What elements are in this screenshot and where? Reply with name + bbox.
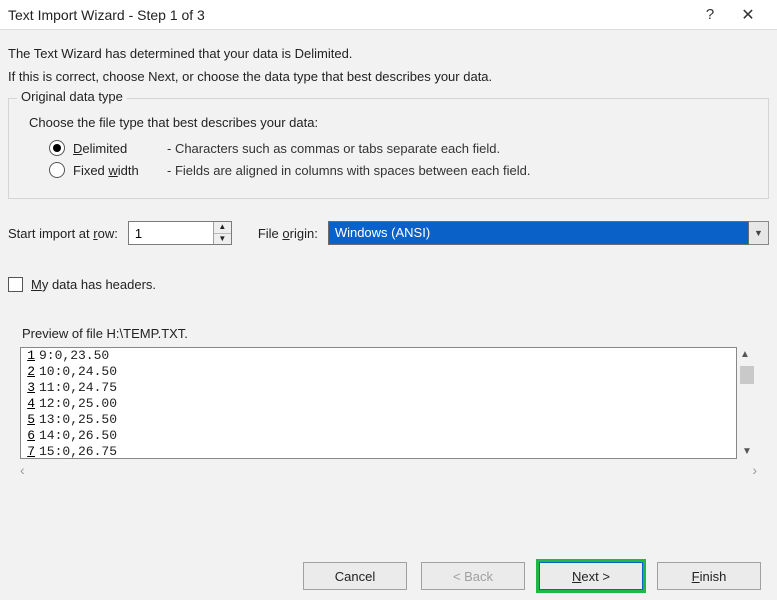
preview-row: 614:0,26.50 (21, 428, 736, 444)
preview-row: 412:0,25.00 (21, 396, 736, 412)
row-text: 9:0,23.50 (37, 348, 109, 364)
row-gutter: 2 (21, 364, 37, 380)
close-icon[interactable]: ✕ (729, 2, 767, 28)
preview-box: 19:0,23.50210:0,24.50311:0,24.75412:0,25… (20, 347, 737, 459)
scroll-thumb[interactable] (740, 366, 754, 384)
spinner-up-icon[interactable]: ▲ (214, 222, 231, 234)
preview-label: Preview of file H:\TEMP.TXT. (22, 326, 769, 341)
scroll-right-icon[interactable]: › (752, 462, 757, 478)
row-gutter: 4 (21, 396, 37, 412)
help-icon[interactable]: ? (691, 2, 729, 28)
radio-fixed-width[interactable] (49, 162, 65, 178)
row-text: 13:0,25.50 (37, 412, 117, 428)
row-text: 14:0,26.50 (37, 428, 117, 444)
preview-row: 715:0,26.75 (21, 444, 736, 459)
spinner-down-icon[interactable]: ▼ (214, 234, 231, 245)
headers-checkbox[interactable] (8, 277, 23, 292)
preview-row: 19:0,23.50 (21, 348, 736, 364)
scroll-up-icon[interactable]: ▲ (740, 349, 754, 360)
start-row-label: Start import at row: (8, 226, 118, 241)
row-gutter: 5 (21, 412, 37, 428)
preview-row: 311:0,24.75 (21, 380, 736, 396)
start-row-spinner[interactable]: ▲ ▼ (128, 221, 232, 245)
group-legend: Original data type (17, 89, 127, 104)
vertical-scrollbar[interactable]: ▲ ▼ (737, 347, 757, 459)
group-subtext: Choose the file type that best describes… (29, 115, 758, 130)
finish-button[interactable]: Finish (657, 562, 761, 590)
row-text: 12:0,25.00 (37, 396, 117, 412)
original-data-type-group: Original data type Choose the file type … (8, 98, 769, 199)
preview-row: 210:0,24.50 (21, 364, 736, 380)
row-gutter: 3 (21, 380, 37, 396)
radio-delimited[interactable] (49, 140, 65, 156)
radio-fixed-width-desc: - Fields are aligned in columns with spa… (167, 163, 530, 178)
file-origin-label: File origin: (258, 226, 318, 241)
chevron-down-icon[interactable]: ▼ (749, 221, 769, 245)
radio-fixed-width-label: Fixed width (73, 163, 159, 178)
row-gutter: 6 (21, 428, 37, 444)
horizontal-scrollbar[interactable]: ‹ › (20, 461, 757, 479)
row-text: 11:0,24.75 (37, 380, 117, 396)
radio-delimited-desc: - Characters such as commas or tabs sepa… (167, 141, 500, 156)
row-gutter: 7 (21, 444, 37, 459)
headers-label: My data has headers. (31, 277, 156, 292)
row-text: 15:0,26.75 (37, 444, 117, 459)
dialog-title: Text Import Wizard - Step 1 of 3 (8, 7, 205, 23)
start-row-input[interactable] (129, 222, 213, 244)
row-gutter: 1 (21, 348, 37, 364)
file-origin-select[interactable]: Windows (ANSI) (328, 221, 749, 245)
description-line-1: The Text Wizard has determined that your… (8, 46, 769, 61)
radio-delimited-label: Delimited (73, 141, 159, 156)
preview-row: 513:0,25.50 (21, 412, 736, 428)
scroll-down-icon[interactable]: ▼ (742, 446, 752, 457)
back-button: < Back (421, 562, 525, 590)
description-line-2: If this is correct, choose Next, or choo… (8, 69, 769, 84)
cancel-button[interactable]: Cancel (303, 562, 407, 590)
scroll-left-icon[interactable]: ‹ (20, 462, 25, 478)
row-text: 10:0,24.50 (37, 364, 117, 380)
next-button[interactable]: Next > (539, 562, 643, 590)
